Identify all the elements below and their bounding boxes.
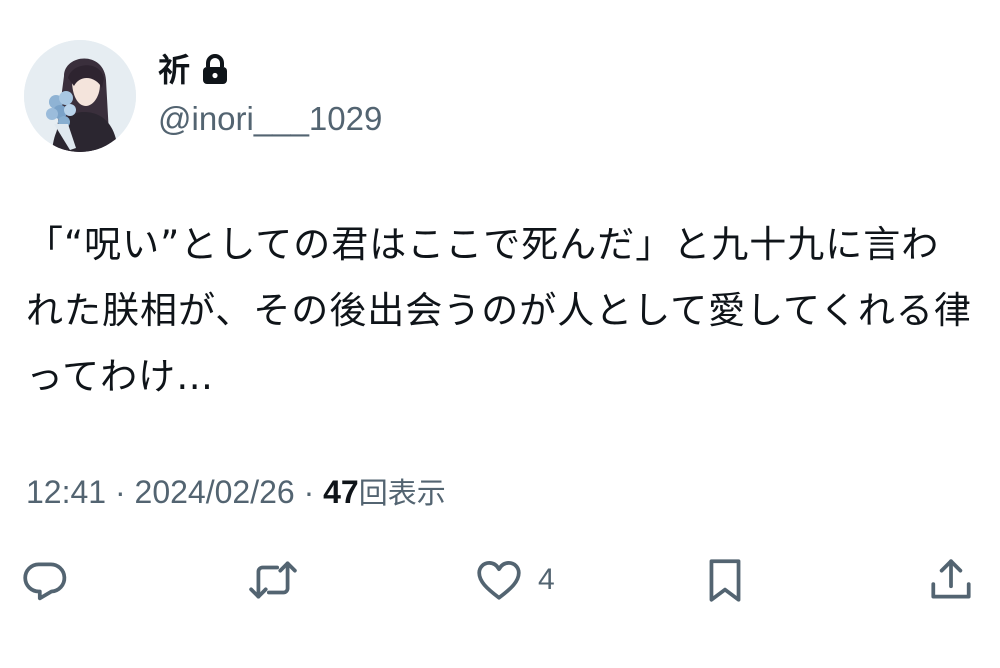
lock-icon (202, 54, 228, 86)
tweet-text: 「“呪い”としての君はここで死んだ」と九十九に言われた朕相が、その後出会うのが人… (26, 223, 972, 398)
views-count: 47 (323, 474, 359, 510)
author-display-name[interactable]: 祈 (158, 50, 190, 90)
like-count: 4 (538, 563, 555, 596)
avatar[interactable] (24, 40, 136, 152)
meta-separator: · (303, 474, 315, 510)
bookmark-icon (709, 559, 741, 602)
like-button[interactable]: 4 (474, 552, 555, 608)
avatar-illustration (24, 40, 136, 152)
share-icon (931, 559, 971, 599)
reply-button[interactable] (20, 552, 84, 608)
tweet-date[interactable]: 2024/02/26 (135, 474, 295, 510)
share-button[interactable] (926, 552, 990, 608)
bookmark-button[interactable] (700, 552, 764, 608)
heart-icon (477, 561, 521, 600)
views-label: 回表示 (358, 478, 446, 510)
tweet-time[interactable]: 12:41 (26, 474, 106, 510)
tweet-card: 祈 @inori___1029 「“呪い”としての君はここで死んだ」と九十九に言… (0, 0, 1000, 668)
author-handle[interactable]: @inori___1029 (158, 97, 382, 141)
tweet-meta: 12:41 · 2024/02/26 · 47回表示 (26, 470, 446, 516)
author-name-row: 祈 (158, 50, 228, 90)
retweet-button[interactable] (248, 552, 312, 608)
reply-bubble-icon (23, 562, 67, 601)
retweet-icon (249, 561, 297, 599)
action-bar: 4 (0, 552, 1000, 608)
meta-separator: · (114, 474, 126, 510)
